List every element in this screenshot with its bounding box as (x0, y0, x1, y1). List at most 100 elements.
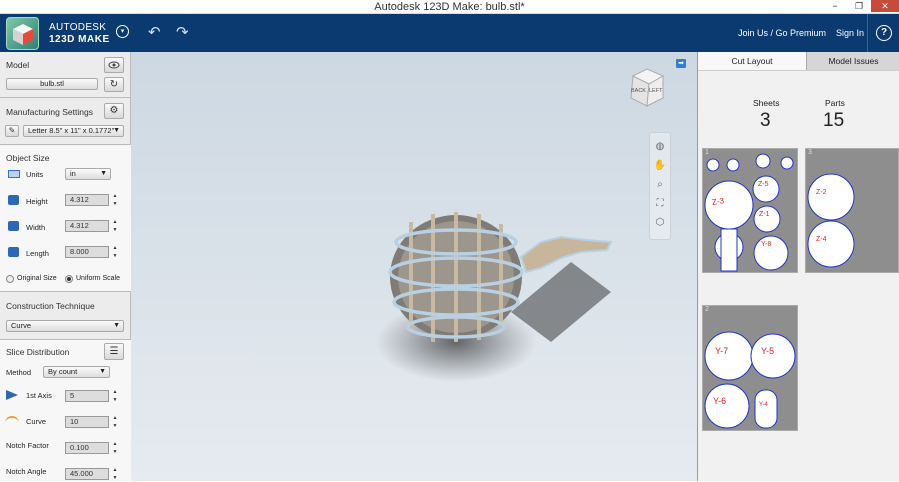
model-file-field[interactable]: bulb.stl (6, 78, 98, 90)
method-select[interactable]: By count ▼ (43, 366, 110, 378)
app-header: AUTODESK 123D MAKE ▾ ↶ ↷ Join Us / Go Pr… (0, 14, 899, 52)
width-field[interactable]: 4.312 (65, 220, 109, 232)
units-label: Units (26, 170, 44, 179)
sheet-3[interactable]: 3 Z-2 Z-4 (805, 148, 899, 273)
view-cube[interactable]: BACK LEFT (625, 66, 669, 110)
parts-label: Parts (825, 98, 845, 108)
height-icon (8, 195, 19, 205)
section-divider (0, 97, 131, 98)
construction-select[interactable]: Curve ▼ (6, 320, 124, 332)
left-panel: Model bulb.stl ↻ Manufacturing Settings … (0, 52, 131, 481)
units-select[interactable]: in ▼ (65, 168, 111, 180)
notch-angle-stepper[interactable]: ▲ ▼ (111, 466, 119, 482)
chevron-down-icon: ▼ (100, 170, 107, 177)
app-logo (6, 17, 39, 50)
ruler-icon (8, 170, 20, 178)
bulb-model-render (376, 212, 613, 382)
tab-cut-layout[interactable]: Cut Layout (698, 52, 806, 70)
units-value: in (70, 169, 76, 178)
window-titlebar: Autodesk 123D Make: bulb.stl* − ❐ ✕ (0, 0, 899, 14)
sheet-2[interactable]: 2 Y-7 Y-5 Y-6 Y-4 (702, 305, 798, 431)
width-icon (8, 221, 19, 231)
width-label: Width (26, 223, 46, 232)
join-premium-link[interactable]: Join Us / Go Premium (738, 28, 826, 38)
material-value: Letter 8.5" x 11" x 0.1772" (28, 126, 115, 135)
3d-viewport[interactable]: BACK LEFT ➡ ◍ ✋ ⌕ ⛶ ⬡ (131, 52, 697, 481)
axis-arrow-icon (6, 390, 18, 400)
parts-count: 15 (823, 110, 845, 131)
restore-button[interactable]: ❐ (849, 0, 869, 12)
length-icon (8, 247, 19, 257)
slice-title: Slice Distribution (6, 347, 70, 357)
original-size-label: Original Size (17, 275, 57, 282)
model-section-title: Model (6, 60, 30, 70)
cube-logo-icon (13, 24, 33, 45)
height-stepper[interactable]: ▲ ▼ (111, 192, 119, 208)
notch-factor-label: Notch Factor (6, 441, 49, 450)
method-label: Method (6, 368, 32, 377)
curve-label: Curve (26, 417, 47, 426)
part-label: Z-2 (816, 189, 827, 196)
slice-options-button[interactable]: ☰ (104, 343, 124, 360)
height-label: Height (26, 197, 48, 206)
redo-icon[interactable]: ↷ (176, 23, 189, 41)
part-label: Z-5 (758, 181, 769, 188)
notch-angle-field[interactable]: 45.000 (65, 468, 109, 480)
axis1-field[interactable]: 5 (65, 390, 109, 402)
mfg-settings-button[interactable]: ⚙ (104, 103, 124, 119)
window-title: Autodesk 123D Make: bulb.stl* (374, 1, 525, 13)
part-label: Y-8 (761, 241, 772, 248)
sheet-number: 3 (808, 149, 812, 156)
uniform-scale-radio[interactable] (65, 275, 73, 283)
material-select[interactable]: Letter 8.5" x 11" x 0.1772" ▼ (23, 125, 124, 137)
part-label: Y-6 (713, 396, 727, 406)
pan-hand-icon[interactable]: ✋ (650, 160, 670, 179)
chevron-down-icon: ▼ (113, 127, 120, 134)
edit-material-button[interactable]: ✎ (5, 125, 19, 137)
part-label: Y-4 (759, 402, 768, 408)
axis1-stepper[interactable]: ▲ ▼ (111, 388, 119, 404)
sheet-number: 2 (705, 306, 709, 313)
part-label: Y-7 (715, 346, 729, 356)
app-menu-button[interactable]: ▾ (116, 25, 129, 38)
object-size-title: Object Size (6, 153, 50, 163)
original-size-radio[interactable] (6, 275, 14, 283)
sheet-1-parts (704, 153, 794, 272)
nav-toolbar: ◍ ✋ ⌕ ⛶ ⬡ (649, 132, 671, 240)
home-view-icon[interactable]: ⬡ (650, 217, 670, 236)
help-button[interactable]: ? (876, 25, 892, 41)
length-field[interactable]: 8.000 (65, 246, 109, 258)
mfg-section-title: Manufacturing Settings (6, 107, 93, 117)
slice-section (0, 340, 131, 481)
view-cube-back: BACK (631, 88, 646, 94)
eye-icon (108, 61, 120, 69)
zoom-icon[interactable]: ⌕ (650, 179, 670, 198)
brand-autodesk: AUTODESK (49, 22, 107, 33)
width-stepper[interactable]: ▲ ▼ (111, 218, 119, 234)
undo-icon[interactable]: ↶ (148, 23, 161, 41)
visibility-button[interactable] (104, 57, 124, 73)
method-value: By count (48, 367, 78, 376)
fit-view-icon[interactable]: ⛶ (650, 198, 670, 217)
orbit-icon[interactable]: ◍ (650, 141, 670, 160)
section-divider (0, 291, 131, 292)
expand-icon[interactable]: ➡ (676, 59, 686, 68)
notch-factor-field[interactable]: 0.100 (65, 442, 109, 454)
refresh-icon: ↻ (109, 79, 119, 90)
reload-button[interactable]: ↻ (104, 77, 124, 92)
sign-in-link[interactable]: Sign In (836, 28, 864, 38)
curve-icon (5, 416, 19, 423)
minimize-button[interactable]: − (825, 0, 845, 12)
length-stepper[interactable]: ▲ ▼ (111, 244, 119, 260)
curve-stepper[interactable]: ▲ ▼ (111, 414, 119, 430)
sheet-number: 1 (705, 149, 709, 156)
header-divider (867, 14, 868, 52)
sheet-1[interactable]: 1 Z-3 Z-5 Z-1 Y-8 (702, 148, 798, 273)
axis1-label: 1st Axis (26, 391, 52, 400)
curve-field[interactable]: 10 (65, 416, 109, 428)
uniform-scale-label: Uniform Scale (76, 275, 120, 282)
notch-factor-stepper[interactable]: ▲ ▼ (111, 440, 119, 456)
close-button[interactable]: ✕ (871, 0, 899, 12)
height-field[interactable]: 4.312 (65, 194, 109, 206)
tab-model-issues[interactable]: Model Issues (806, 52, 899, 70)
